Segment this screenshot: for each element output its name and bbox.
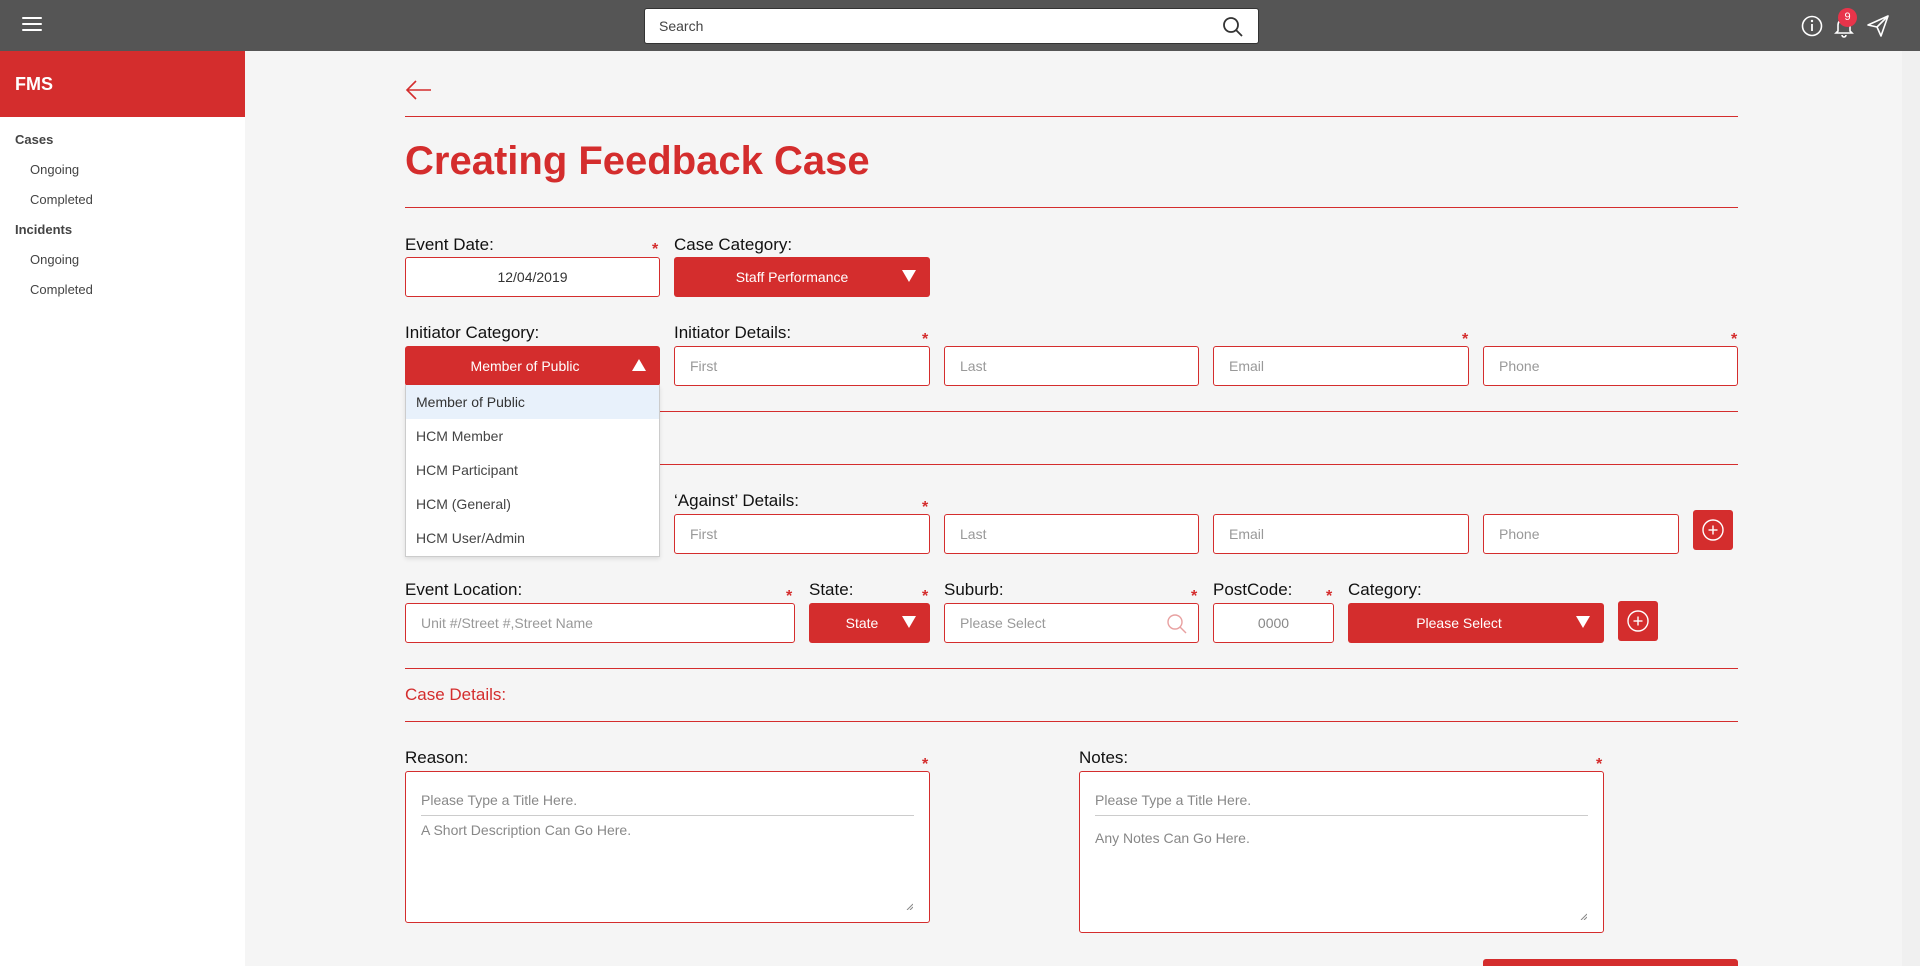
notes-box (1079, 771, 1604, 933)
sidebar-item-cases-completed[interactable]: Completed (0, 185, 245, 215)
search-icon[interactable] (1222, 16, 1244, 38)
state-label: State: (809, 580, 854, 599)
event-date-field[interactable] (405, 257, 660, 297)
against-email-input[interactable] (1214, 515, 1468, 553)
initiator-email-field[interactable] (1213, 346, 1469, 386)
scrollbar-thumb[interactable] (1902, 51, 1920, 966)
search-input[interactable] (659, 18, 1199, 34)
event-location-input[interactable] (406, 604, 794, 642)
suburb-label: Suburb: (944, 580, 1004, 599)
case-category-value: Staff Performance (735, 269, 849, 285)
against-first-field[interactable] (674, 514, 930, 554)
initiator-first-field[interactable] (674, 346, 930, 386)
postcode-label: PostCode: (1213, 580, 1293, 599)
resize-handle-icon[interactable] (1579, 912, 1587, 920)
search-icon[interactable] (1166, 613, 1188, 635)
divider (405, 116, 1738, 117)
initiator-category-value: Member of Public (470, 358, 580, 374)
add-category-button[interactable] (1618, 601, 1658, 641)
dropdown-option-hcm-user-admin[interactable]: HCM User/Admin (406, 521, 659, 555)
case-category-label: Case Category: (674, 235, 793, 254)
search-bar[interactable] (644, 8, 1259, 44)
sidebar: FMS Cases Ongoing Completed Incidents On… (0, 51, 245, 966)
against-phone-field[interactable] (1483, 514, 1679, 554)
initiator-category-label: Initiator Category: (405, 323, 540, 342)
state-select[interactable]: State (809, 603, 930, 643)
against-last-input[interactable] (945, 515, 1198, 553)
category-value: Please Select (1416, 615, 1502, 631)
divider (405, 668, 1738, 669)
reason-title-input[interactable] (421, 784, 914, 816)
add-against-button[interactable] (1693, 510, 1733, 550)
top-bar: 9 (0, 0, 1902, 51)
send-icon[interactable] (1866, 14, 1890, 38)
chevron-up-icon (632, 359, 646, 371)
case-details-heading: Case Details: (405, 685, 507, 704)
menu-icon[interactable] (22, 17, 42, 33)
against-first-input[interactable] (675, 515, 929, 553)
reason-box (405, 771, 930, 923)
suburb-input[interactable] (945, 604, 1198, 642)
notes-title-input[interactable] (1095, 784, 1588, 816)
sidebar-item-incidents-ongoing[interactable]: Ongoing (0, 245, 245, 275)
sidebar-section-cases[interactable]: Cases (0, 125, 245, 155)
against-phone-input[interactable] (1484, 515, 1678, 553)
initiator-phone-input[interactable] (1484, 347, 1737, 385)
brand-logo[interactable]: FMS (0, 51, 245, 117)
postcode-input[interactable] (1214, 604, 1333, 642)
submit-button[interactable] (1483, 959, 1738, 966)
category-select[interactable]: Please Select (1348, 603, 1604, 643)
sidebar-item-incidents-completed[interactable]: Completed (0, 275, 245, 305)
initiator-last-input[interactable] (945, 347, 1198, 385)
event-date-input[interactable] (406, 258, 659, 296)
state-value: State (845, 615, 879, 631)
initiator-category-dropdown: Member of Public HCM Member HCM Particip… (405, 385, 660, 557)
chevron-down-icon (902, 616, 916, 628)
plus-circle-icon (1627, 610, 1649, 632)
against-details-label: ‘Against’ Details: (674, 491, 800, 510)
postcode-field[interactable] (1213, 603, 1334, 643)
initiator-first-input[interactable] (675, 347, 929, 385)
sidebar-section-incidents[interactable]: Incidents (0, 215, 245, 245)
notes-textarea[interactable] (1095, 830, 1588, 924)
initiator-email-input[interactable] (1214, 347, 1468, 385)
plus-circle-icon (1702, 519, 1724, 541)
reason-description-textarea[interactable] (421, 822, 914, 914)
info-icon[interactable] (1800, 14, 1824, 38)
against-email-field[interactable] (1213, 514, 1469, 554)
chevron-down-icon (902, 270, 916, 282)
event-location-field[interactable] (405, 603, 795, 643)
event-location-label: Event Location: (405, 580, 523, 599)
resize-handle-icon[interactable] (905, 902, 913, 910)
dropdown-option-hcm-member[interactable]: HCM Member (406, 419, 659, 453)
notification-badge: 9 (1838, 8, 1857, 27)
initiator-phone-field[interactable] (1483, 346, 1738, 386)
notes-label: Notes: (1079, 748, 1129, 767)
case-category-select[interactable]: Staff Performance (674, 257, 930, 297)
initiator-details-label: Initiator Details: (674, 323, 792, 342)
initiator-last-field[interactable] (944, 346, 1199, 386)
divider (405, 207, 1738, 208)
chevron-down-icon (1576, 616, 1590, 628)
dropdown-option-hcm-participant[interactable]: HCM Participant (406, 453, 659, 487)
dropdown-option-member-of-public[interactable]: Member of Public (406, 385, 659, 419)
page-scrollbar[interactable] (1902, 0, 1920, 966)
reason-label: Reason: (405, 748, 469, 767)
against-last-field[interactable] (944, 514, 1199, 554)
initiator-category-select[interactable]: Member of Public (405, 346, 660, 386)
dropdown-option-hcm-general[interactable]: HCM (General) (406, 487, 659, 521)
page-title: Creating Feedback Case (405, 139, 870, 183)
event-date-label: Event Date: (405, 235, 494, 254)
category-label: Category: (1348, 580, 1422, 599)
divider (405, 721, 1738, 722)
back-arrow-icon[interactable] (405, 79, 433, 101)
main-content: Creating Feedback Case Event Date: * Cas… (245, 51, 1902, 966)
suburb-field[interactable] (944, 603, 1199, 643)
sidebar-item-cases-ongoing[interactable]: Ongoing (0, 155, 245, 185)
